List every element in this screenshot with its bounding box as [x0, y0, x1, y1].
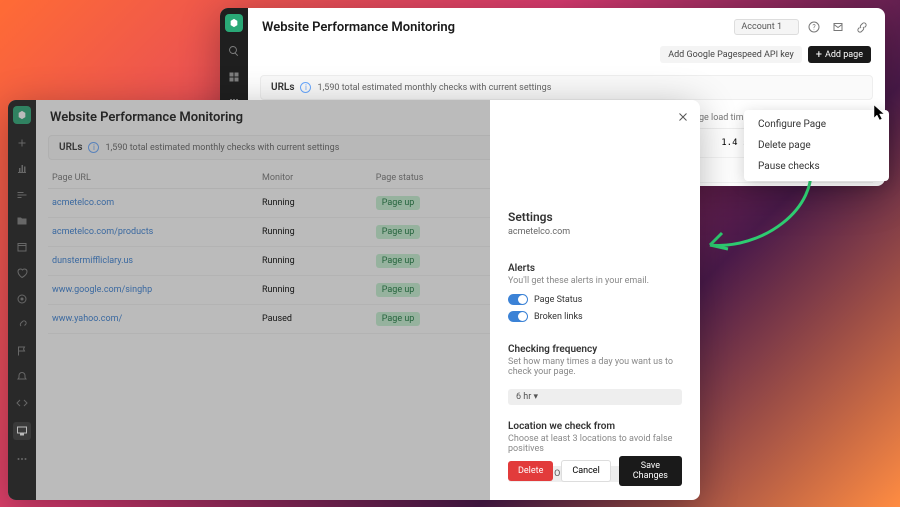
configure-page-item[interactable]: Configure Page: [744, 114, 889, 135]
calendar-icon[interactable]: [15, 240, 29, 254]
search-icon[interactable]: [227, 44, 241, 58]
frequency-select[interactable]: 6 hr ▾: [508, 389, 682, 405]
grid-icon[interactable]: [227, 70, 241, 84]
close-icon[interactable]: [674, 108, 692, 126]
frequency-sub: Set how many times a day you want us to …: [508, 357, 682, 377]
page-status-badge: Page up: [376, 225, 421, 239]
svg-text:?: ?: [812, 24, 816, 32]
flag-icon[interactable]: [15, 344, 29, 358]
page-url-link[interactable]: www.yahoo.com/: [52, 314, 122, 324]
row-context-menu: Configure Page Delete page Pause checks: [744, 110, 889, 181]
urls-label: URLs: [271, 82, 294, 93]
urls-text: 1,590 total estimated monthly checks wit…: [317, 83, 551, 93]
dots-icon[interactable]: [15, 452, 29, 466]
monitor-status: Paused: [258, 305, 372, 334]
app-logo[interactable]: [225, 14, 243, 32]
settings-panel: Settings acmetelco.com Alerts You'll get…: [490, 100, 700, 500]
page-status-badge: Page up: [376, 283, 421, 297]
link-icon[interactable]: [15, 318, 29, 332]
page-title: Website Performance Monitoring: [262, 20, 455, 35]
settings-footer: Delete Cancel Save Changes: [508, 456, 682, 486]
col-monitor: Monitor: [258, 168, 372, 189]
urls-label: URLs: [59, 142, 82, 153]
pause-checks-item[interactable]: Pause checks: [744, 156, 889, 177]
mail-icon[interactable]: [829, 18, 847, 36]
page-url-link[interactable]: acmetelco.com/products: [52, 227, 153, 237]
plus-icon: +: [816, 49, 822, 60]
add-page-button[interactable]: +Add page: [808, 46, 871, 63]
monitor-status: Running: [258, 189, 372, 218]
toolbar: Add Google Pagespeed API key +Add page: [248, 42, 885, 71]
plus-icon[interactable]: [15, 136, 29, 150]
save-changes-button[interactable]: Save Changes: [619, 456, 682, 486]
page-status-label: Page Status: [534, 295, 582, 305]
sliders-icon[interactable]: [15, 188, 29, 202]
location-heading: Location we check from: [508, 421, 682, 432]
location-sub: Choose at least 3 locations to avoid fal…: [508, 434, 682, 454]
titlebar: Website Performance Monitoring Account 1…: [248, 8, 885, 42]
urls-summary-bar: URLs i 1,590 total estimated monthly che…: [260, 75, 873, 100]
toggle-page-status-row: Page Status: [508, 294, 682, 305]
monitor-status: Running: [258, 247, 372, 276]
settings-title: Settings: [508, 210, 682, 224]
page-url-link[interactable]: acmetelco.com: [52, 198, 114, 208]
folder-icon[interactable]: [15, 214, 29, 228]
last-check: [752, 183, 848, 187]
urls-text: 1,590 total estimated monthly checks wit…: [105, 143, 339, 153]
add-api-key-button[interactable]: Add Google Pagespeed API key: [660, 46, 801, 63]
col-page-url: Page URL: [48, 168, 258, 189]
page-url-link[interactable]: dunstermiffliclary.us: [52, 256, 133, 266]
help-icon[interactable]: ?: [805, 18, 823, 36]
toggle-broken-links-row: Broken links: [508, 311, 682, 322]
target-icon[interactable]: [15, 292, 29, 306]
page-title: Website Performance Monitoring: [50, 110, 243, 125]
info-icon[interactable]: i: [88, 142, 99, 153]
code-icon[interactable]: [15, 396, 29, 410]
cancel-button[interactable]: Cancel: [561, 460, 610, 482]
bell-icon[interactable]: [15, 370, 29, 384]
broken-links-toggle[interactable]: [508, 311, 528, 322]
link-icon[interactable]: [853, 18, 871, 36]
info-icon[interactable]: i: [300, 82, 311, 93]
page-status-badge: Page up: [376, 254, 421, 268]
app-sidebar: [8, 100, 36, 500]
account-selector[interactable]: Account 1: [734, 19, 799, 35]
frequency-heading: Checking frequency: [508, 344, 682, 355]
heart-icon[interactable]: [15, 266, 29, 280]
app-logo[interactable]: [13, 106, 31, 124]
monitor-status: Running: [258, 276, 372, 305]
page-status-toggle[interactable]: [508, 294, 528, 305]
monitor-icon[interactable]: [13, 422, 31, 440]
page-url-link[interactable]: www.google.com/singhp: [52, 285, 152, 295]
alerts-heading: Alerts: [508, 263, 682, 274]
monitor-status: Running: [258, 218, 372, 247]
delete-page-item[interactable]: Delete page: [744, 135, 889, 156]
page-status-badge: Page up: [376, 196, 421, 210]
page-status-badge: Page up: [376, 312, 421, 326]
broken-links-label: Broken links: [534, 312, 583, 322]
settings-domain: acmetelco.com: [508, 227, 682, 237]
mouse-cursor: [874, 105, 886, 121]
delete-button[interactable]: Delete: [508, 461, 553, 481]
alerts-sub: You'll get these alerts in your email.: [508, 276, 682, 286]
chart-icon[interactable]: [15, 162, 29, 176]
